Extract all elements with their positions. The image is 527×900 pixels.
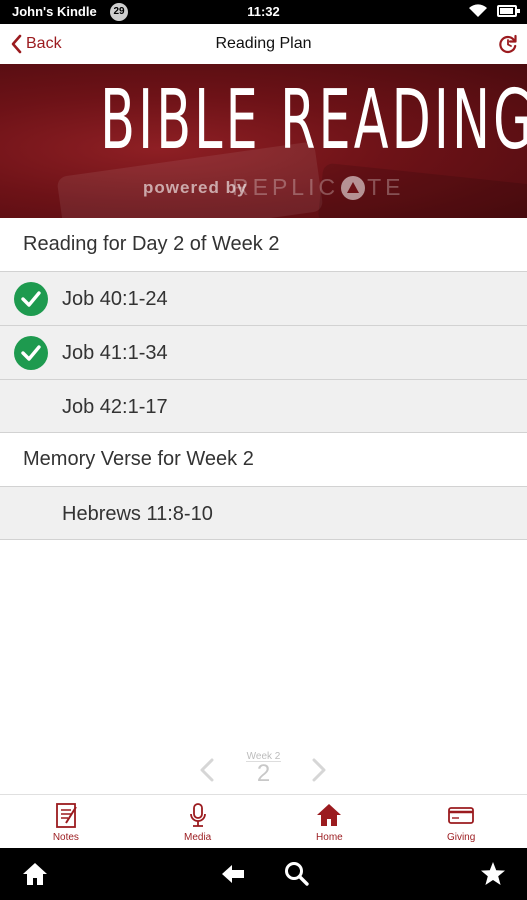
credit-card-icon: [448, 807, 475, 824]
reading-section-header: Reading for Day 2 of Week 2: [0, 218, 527, 271]
reading-item-label: Job 40:1-24: [62, 288, 168, 310]
wifi-icon: [469, 4, 487, 21]
memory-verse-item[interactable]: Hebrews 11:8-10: [0, 486, 527, 540]
tab-giving[interactable]: Giving: [395, 795, 527, 848]
tab-home[interactable]: Home: [264, 795, 396, 848]
status-clock: 11:32: [247, 4, 280, 19]
brand-text-right: TE: [367, 174, 405, 200]
banner-title: BIBLE READING: [100, 73, 527, 168]
reading-item-label: Job 41:1-34: [62, 342, 168, 364]
bible-reading-banner: BIBLE READING powered by REPLIC TE: [0, 64, 527, 218]
notes-icon: [55, 803, 77, 828]
refresh-icon[interactable]: [497, 33, 519, 55]
week-number: 2: [0, 760, 527, 788]
memory-section-header: Memory Verse for Week 2: [0, 433, 527, 486]
back-arrow-icon[interactable]: [220, 861, 246, 887]
week-pager: Week 2 2: [0, 748, 527, 790]
system-nav-bar: [0, 848, 527, 900]
replicate-logo-icon: [341, 175, 366, 200]
checkmark-icon: [14, 336, 48, 370]
reading-item[interactable]: Job 40:1-24: [0, 271, 527, 325]
tab-label: Giving: [446, 832, 476, 843]
nav-bar: Back Reading Plan: [0, 24, 527, 64]
screen: John's Kindle 29 11:32 Back Reading Plan…: [0, 0, 527, 900]
tab-label: Media: [184, 832, 212, 843]
battery-icon: [497, 5, 520, 17]
replicate-brand: REPLIC TE: [232, 174, 404, 201]
microphone-icon: [189, 803, 206, 827]
checkmark-icon: [14, 282, 48, 316]
star-icon[interactable]: [480, 861, 506, 887]
next-week-icon[interactable]: [306, 758, 330, 782]
page-title: Reading Plan: [215, 35, 312, 52]
memory-verse-label: Hebrews 11:8-10: [62, 503, 213, 525]
brand-text-left: REPLIC: [232, 174, 340, 200]
status-bar: John's Kindle 29 11:32: [0, 0, 527, 24]
reading-item[interactable]: Job 41:1-34: [0, 325, 527, 379]
tab-notes[interactable]: Notes: [0, 795, 132, 848]
search-icon[interactable]: [284, 861, 310, 887]
tab-label: Home: [316, 832, 343, 843]
reading-item-label: Job 42:1-17: [62, 396, 168, 418]
home-icon[interactable]: [22, 861, 48, 887]
tab-bar: Notes Media Home Giving: [0, 794, 527, 848]
tab-label: Notes: [52, 832, 79, 843]
home-icon: [317, 804, 342, 826]
reading-item[interactable]: Job 42:1-17: [0, 379, 527, 433]
tab-media[interactable]: Media: [132, 795, 264, 848]
